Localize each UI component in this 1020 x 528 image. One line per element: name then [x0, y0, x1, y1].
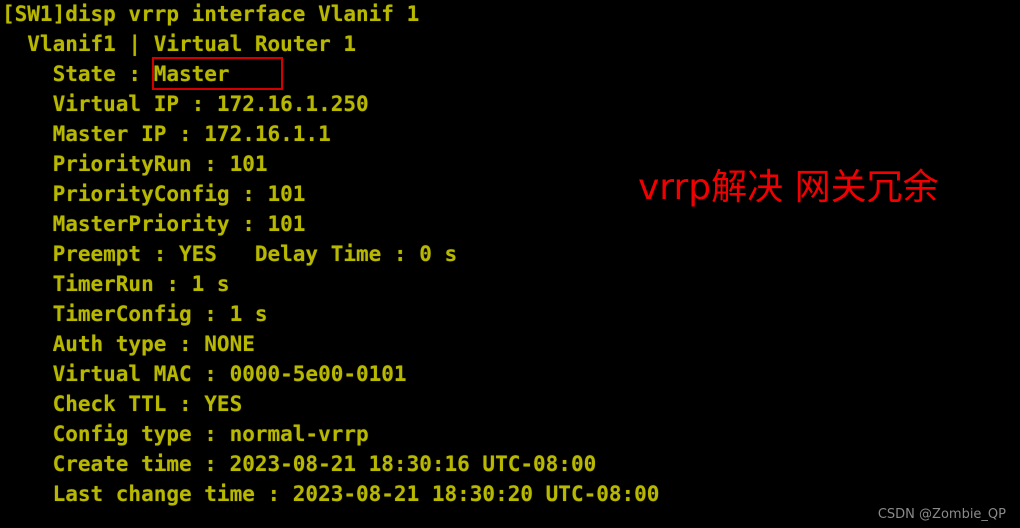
watermark-label: CSDN @Zombie_QP [877, 507, 1006, 522]
terminal-line-timer-run: TimerRun : 1 s [2, 272, 230, 296]
terminal-line-virtual-ip: Virtual IP : 172.16.1.250 [2, 92, 369, 116]
terminal-line-config-type: Config type : normal-vrrp [2, 422, 369, 446]
terminal-line-priority-config: PriorityConfig : 101 [2, 182, 306, 206]
terminal-line-check-ttl: Check TTL : YES [2, 392, 243, 416]
terminal-line-interface: Vlanif1 | Virtual Router 1 [2, 32, 357, 56]
terminal-line-state: State : Master [2, 62, 230, 86]
terminal-line-command: [SW1]disp vrrp interface Vlanif 1 [2, 2, 420, 26]
terminal-line-timer-config: TimerConfig : 1 s [2, 302, 268, 326]
terminal-line-last-change-time: Last change time : 2023-08-21 18:30:20 U… [2, 482, 660, 506]
terminal-output[interactable]: [SW1]disp vrrp interface Vlanif 1 Vlanif… [0, 0, 1020, 528]
terminal-line-preempt: Preempt : YES Delay Time : 0 s [2, 242, 458, 266]
terminal-line-priority-run: PriorityRun : 101 [2, 152, 268, 176]
annotation-note: vrrp解决 网关冗余 [638, 167, 939, 208]
terminal-line-create-time: Create time : 2023-08-21 18:30:16 UTC-08… [2, 452, 597, 476]
terminal-line-master-ip: Master IP : 172.16.1.1 [2, 122, 331, 146]
terminal-line-master-priority: MasterPriority : 101 [2, 212, 306, 236]
terminal-line-auth-type: Auth type : NONE [2, 332, 255, 356]
terminal-screenshot: [SW1]disp vrrp interface Vlanif 1 Vlanif… [0, 0, 1020, 528]
terminal-line-virtual-mac: Virtual MAC : 0000-5e00-0101 [2, 362, 407, 386]
